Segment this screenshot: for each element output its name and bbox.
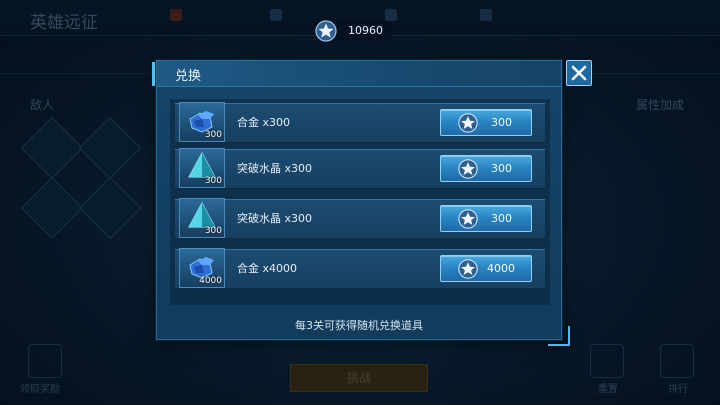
star-badge-icon xyxy=(458,209,478,229)
currency-amount: 10960 xyxy=(348,24,383,37)
item-quantity: 4000 xyxy=(199,276,222,286)
currency-display: 10960 xyxy=(315,20,392,42)
exchange-item-row: 300 突破水晶 x300 300 xyxy=(175,198,545,239)
item-quantity: 300 xyxy=(204,226,222,236)
star-badge-icon xyxy=(458,159,478,179)
header-accent xyxy=(152,62,155,86)
exchange-price: 300 xyxy=(491,116,512,129)
item-name: 突破水晶 x300 xyxy=(237,212,313,225)
exchange-button[interactable]: 300 xyxy=(440,109,532,136)
dialog-title: 兑换 xyxy=(175,69,202,84)
exchange-item-row: 300 合金 x300 300 xyxy=(175,102,545,143)
exchange-price: 300 xyxy=(491,162,512,175)
exchange-button[interactable]: 300 xyxy=(440,155,532,182)
exchange-item-row: 4000 合金 x4000 4000 xyxy=(175,248,545,289)
exchange-list: 300 合金 x300 300 300 突破水晶 x300 300 300 突破… xyxy=(170,99,550,305)
item-name: 突破水晶 x300 xyxy=(237,162,313,175)
star-badge-icon xyxy=(458,259,478,279)
dialog-corner-decoration xyxy=(548,326,570,346)
exchange-price: 4000 xyxy=(487,262,515,275)
exchange-button[interactable]: 300 xyxy=(440,205,532,232)
exchange-hint: 每3关可获得随机兑换道具 xyxy=(295,319,423,332)
star-badge-icon xyxy=(315,20,337,42)
exchange-item-row: 300 突破水晶 x300 300 xyxy=(175,148,545,189)
item-slot[interactable]: 300 xyxy=(179,198,225,238)
item-name: 合金 x4000 xyxy=(237,262,298,275)
item-quantity: 300 xyxy=(204,176,222,186)
star-badge-icon xyxy=(458,113,478,133)
close-icon xyxy=(571,65,587,81)
item-name: 合金 x300 xyxy=(237,116,291,129)
close-button[interactable] xyxy=(566,60,592,86)
item-slot[interactable]: 300 xyxy=(179,102,225,142)
item-quantity: 300 xyxy=(204,130,222,140)
item-slot[interactable]: 4000 xyxy=(179,248,225,288)
exchange-price: 300 xyxy=(491,212,512,225)
item-slot[interactable]: 300 xyxy=(179,148,225,188)
dialog-header: 兑换 xyxy=(152,61,561,87)
exchange-dialog: 兑换 300 合金 x300 300 300 突破水晶 x300 300 300… xyxy=(152,60,562,340)
exchange-button[interactable]: 4000 xyxy=(440,255,532,282)
